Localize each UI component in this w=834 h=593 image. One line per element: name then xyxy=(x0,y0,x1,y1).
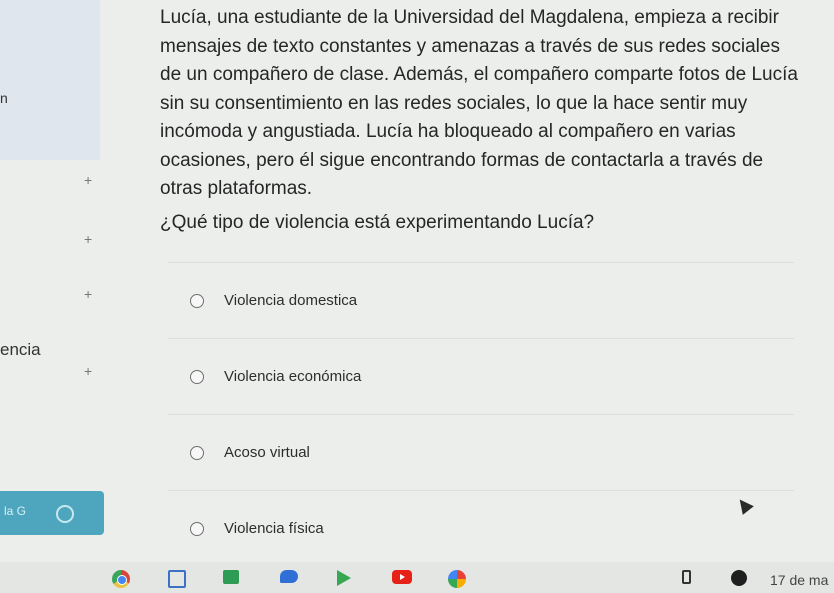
sidebar-word-fragment: encia xyxy=(0,340,41,359)
chrome-icon[interactable] xyxy=(112,570,130,588)
radio-button[interactable] xyxy=(190,293,204,308)
option-label: Violencia domestica xyxy=(224,292,358,309)
radio-button[interactable] xyxy=(190,369,204,384)
option-acoso-virtual[interactable]: Acoso virtual xyxy=(168,414,794,490)
plus-icon[interactable]: + xyxy=(84,232,92,246)
option-label: Violencia física xyxy=(224,520,324,537)
answer-options: Violencia domestica Violencia económica … xyxy=(168,262,794,566)
circle-icon xyxy=(56,505,74,523)
chip-label: la G xyxy=(4,504,27,518)
option-label: Violencia económica xyxy=(224,368,362,385)
option-label: Acoso virtual xyxy=(224,444,310,461)
play-store-icon[interactable] xyxy=(337,570,351,586)
plus-icon[interactable]: + xyxy=(84,173,92,187)
left-sidebar-panel: n xyxy=(0,0,100,160)
photos-icon[interactable] xyxy=(448,570,466,588)
radio-button[interactable] xyxy=(190,521,204,536)
youtube-icon[interactable] xyxy=(392,570,412,584)
taskbar-clock[interactable]: 17 de ma xyxy=(770,572,828,588)
option-violencia-domestica[interactable]: Violencia domestica xyxy=(168,262,794,338)
question-paragraph: Lucía, una estudiante de la Universidad … xyxy=(160,7,798,199)
option-violencia-fisica[interactable]: Violencia física xyxy=(168,490,794,566)
meet-icon[interactable] xyxy=(223,570,239,584)
files-icon[interactable] xyxy=(168,570,186,588)
radio-button[interactable] xyxy=(190,445,204,460)
chat-icon[interactable] xyxy=(280,570,298,583)
option-violencia-economica[interactable]: Violencia económica xyxy=(168,338,794,414)
plus-icon[interactable]: + xyxy=(84,287,92,301)
sidebar-text-fragment: n xyxy=(0,90,8,106)
blue-chip-button[interactable]: la G xyxy=(0,491,104,535)
question-prompt: ¿Qué tipo de violencia está experimentan… xyxy=(160,212,595,233)
question-text: Lucía, una estudiante de la Universidad … xyxy=(160,4,805,204)
battery-icon xyxy=(682,570,691,584)
plus-icon[interactable]: + xyxy=(84,364,92,378)
notification-icon[interactable] xyxy=(731,570,747,586)
taskbar: 17 de ma xyxy=(0,562,834,593)
